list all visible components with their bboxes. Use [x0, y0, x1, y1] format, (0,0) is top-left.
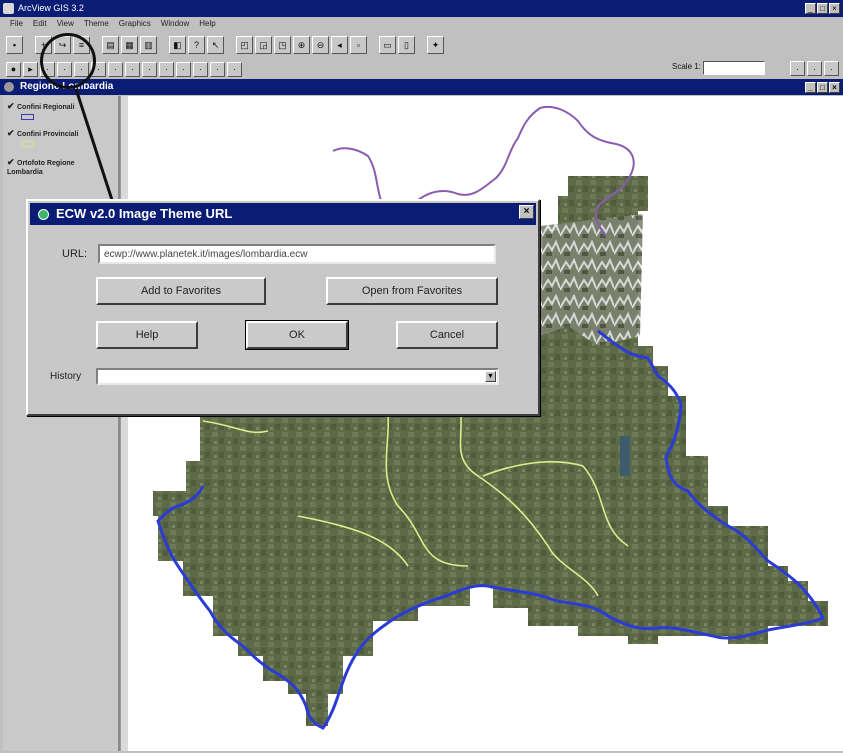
ecw-icon: [38, 209, 49, 220]
open-from-favorites-button[interactable]: Open from Favorites: [326, 277, 498, 305]
url-input[interactable]: [98, 244, 496, 264]
url-label: URL:: [62, 248, 88, 260]
history-label: History: [50, 371, 82, 382]
help-button[interactable]: Help: [96, 321, 198, 349]
arcview-window: ArcView GIS 3.2 _ □ × File Edit View The…: [0, 0, 843, 753]
cancel-button[interactable]: Cancel: [396, 321, 498, 349]
ecw-image-theme-url-dialog: ECW v2.0 Image Theme URL × URL: Add to F…: [26, 199, 540, 416]
add-to-favorites-button[interactable]: Add to Favorites: [96, 277, 266, 305]
dialog-title-bar: ECW v2.0 Image Theme URL: [30, 203, 536, 225]
ok-button[interactable]: OK: [245, 320, 349, 350]
dialog-title: ECW v2.0 Image Theme URL: [56, 206, 233, 221]
chevron-down-icon[interactable]: ▼: [485, 371, 496, 382]
history-dropdown[interactable]: ▼: [96, 368, 499, 385]
dialog-close-button[interactable]: ×: [519, 205, 534, 219]
